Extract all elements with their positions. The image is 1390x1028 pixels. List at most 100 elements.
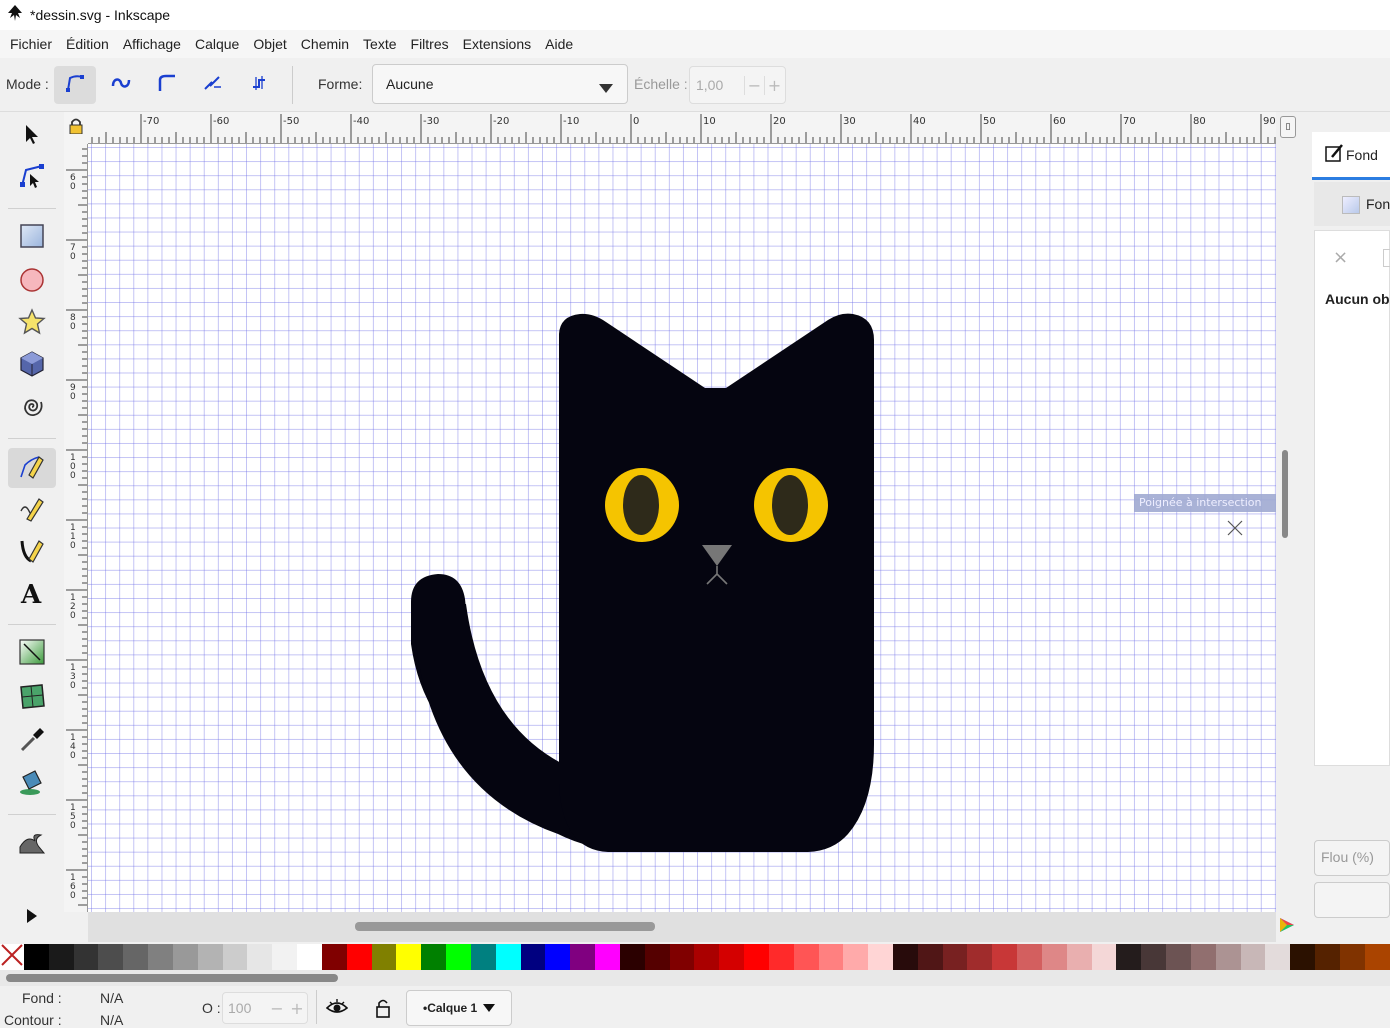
palette-swatch[interactable]	[1265, 944, 1291, 970]
spiral-tool[interactable]	[8, 389, 56, 429]
mesh-tool[interactable]	[8, 678, 56, 718]
opacity-spinbox[interactable]: 100 − +	[222, 992, 308, 1024]
palette-swatch[interactable]	[570, 944, 596, 970]
pen-tool[interactable]	[8, 448, 56, 488]
drawing-canvas[interactable]: Poignée à intersection	[88, 144, 1276, 912]
menu-edition[interactable]: Édition	[60, 36, 115, 52]
horizontal-ruler[interactable]: -70 -60 -50 -40 -30 -20 -10 0 10 20 30 40 50 60 70 80 90	[88, 112, 1276, 144]
fill-subtab[interactable]: Fon	[1314, 182, 1390, 226]
text-tool[interactable]: A	[8, 574, 56, 614]
pencil-tool[interactable]	[8, 490, 56, 530]
palette-swatch[interactable]	[843, 944, 869, 970]
zigzag-mode-button[interactable]	[192, 66, 234, 104]
guide-lock-button[interactable]	[64, 112, 88, 144]
palette-swatch[interactable]	[272, 944, 298, 970]
palette-swatch[interactable]	[595, 944, 620, 970]
palette-swatch[interactable]	[1240, 944, 1266, 970]
expand-toolbox-button[interactable]	[8, 898, 56, 938]
regular-bezier-mode-button[interactable]	[54, 66, 96, 104]
tab-fill-stroke[interactable]: Fond	[1312, 132, 1390, 180]
palette-swatch[interactable]	[793, 944, 819, 970]
palette-swatch[interactable]	[1364, 944, 1390, 970]
palette-swatch[interactable]	[98, 944, 124, 970]
palette-swatch[interactable]	[396, 944, 422, 970]
echelle-plus-button[interactable]: +	[764, 75, 784, 95]
forme-dropdown[interactable]: Aucune	[372, 64, 628, 104]
cat-drawing[interactable]	[88, 144, 1276, 912]
fill-value[interactable]: N/A	[100, 990, 123, 1006]
palette-swatch[interactable]	[669, 944, 695, 970]
palette-swatch[interactable]	[1339, 944, 1365, 970]
palette-swatch[interactable]	[1017, 944, 1042, 970]
palette-swatch[interactable]	[992, 944, 1018, 970]
vertical-scrollbar[interactable]: ▯	[1276, 112, 1298, 912]
paraxial-mode-button[interactable]	[238, 66, 280, 104]
palette-swatch[interactable]	[297, 944, 322, 970]
palette-swatch[interactable]	[73, 944, 99, 970]
palette-swatch[interactable]	[148, 944, 173, 970]
palette-scrollbar[interactable]	[0, 970, 1390, 986]
color-management-button[interactable]	[1276, 912, 1298, 942]
palette-scroll-thumb[interactable]	[6, 974, 338, 982]
menu-filtres[interactable]: Filtres	[405, 36, 455, 52]
stroke-value[interactable]: N/A	[100, 1012, 123, 1028]
palette-swatch[interactable]	[446, 944, 471, 970]
menu-affichage[interactable]: Affichage	[117, 36, 187, 52]
palette-swatch[interactable]	[1315, 944, 1340, 970]
menu-objet[interactable]: Objet	[247, 36, 292, 52]
palette-swatch[interactable]	[371, 944, 397, 970]
horizontal-scroll-thumb[interactable]	[355, 922, 655, 931]
palette-swatch[interactable]	[1041, 944, 1067, 970]
rectangle-tool[interactable]	[8, 218, 56, 258]
echelle-spinbox[interactable]: 1,00 − +	[689, 66, 786, 104]
palette-swatch[interactable]	[744, 944, 769, 970]
box3d-tool[interactable]	[8, 346, 56, 386]
selector-tool[interactable]	[8, 116, 56, 156]
palette-swatch[interactable]	[48, 944, 74, 970]
blur-field[interactable]: Flou (%)	[1314, 840, 1390, 876]
palette-swatch[interactable]	[123, 944, 149, 970]
palette-swatch[interactable]	[197, 944, 223, 970]
spiro-mode-button[interactable]	[100, 66, 142, 104]
palette-swatch[interactable]	[1190, 944, 1216, 970]
menu-calque[interactable]: Calque	[189, 36, 245, 52]
palette-swatch[interactable]	[470, 944, 496, 970]
palette-swatch[interactable]	[1116, 944, 1142, 970]
menu-extensions[interactable]: Extensions	[457, 36, 537, 52]
tweak-tool[interactable]	[8, 824, 56, 864]
palette-swatch[interactable]	[321, 944, 347, 970]
vertical-scroll-thumb[interactable]	[1282, 450, 1288, 538]
palette-swatch[interactable]	[719, 944, 745, 970]
palette-swatch[interactable]	[1166, 944, 1191, 970]
palette-swatch[interactable]	[644, 944, 670, 970]
palette-swatch[interactable]	[694, 944, 720, 970]
menu-texte[interactable]: Texte	[357, 36, 402, 52]
dropper-tool[interactable]	[8, 722, 56, 762]
palette-swatch[interactable]	[892, 944, 918, 970]
layer-lock-icon[interactable]	[374, 998, 392, 1022]
palette-swatch[interactable]	[1066, 944, 1092, 970]
opacity-plus-button[interactable]: +	[287, 999, 307, 1018]
vertical-ruler[interactable]: 60708090100110120130140150160	[64, 144, 88, 912]
calligraphy-tool[interactable]	[8, 532, 56, 572]
palette-swatch[interactable]	[1290, 944, 1316, 970]
menu-fichier[interactable]: Fichier	[4, 36, 58, 52]
palette-swatch[interactable]	[1141, 944, 1167, 970]
palette-swatch[interactable]	[868, 944, 893, 970]
opacity-minus-button[interactable]: −	[267, 999, 287, 1018]
no-paint-button[interactable]: ×	[1333, 247, 1348, 268]
palette-swatch[interactable]	[768, 944, 794, 970]
eye-visibility-icon[interactable]	[325, 998, 349, 1020]
palette-swatch[interactable]	[1091, 944, 1117, 970]
palette-swatch[interactable]	[942, 944, 968, 970]
zoom-correction-button[interactable]: ▯	[1280, 116, 1296, 138]
palette-swatch[interactable]	[917, 944, 943, 970]
palette-swatch[interactable]	[495, 944, 521, 970]
ellipse-tool[interactable]	[8, 262, 56, 302]
palette-swatch[interactable]	[247, 944, 273, 970]
echelle-minus-button[interactable]: −	[744, 75, 764, 95]
horizontal-scrollbar[interactable]	[88, 912, 1276, 942]
gradient-tool[interactable]	[8, 634, 56, 674]
flat-paint-button[interactable]	[1383, 249, 1390, 267]
no-paint-swatch[interactable]	[0, 944, 24, 970]
